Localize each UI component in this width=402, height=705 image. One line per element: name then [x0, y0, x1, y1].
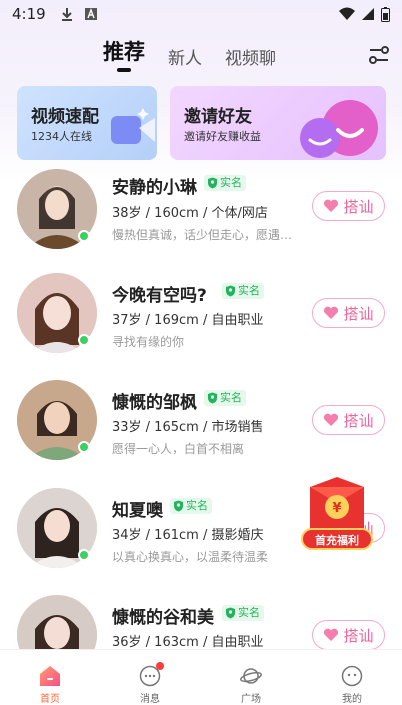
user-name: 慷慨的邹枫	[112, 393, 197, 413]
user-bio: 以真心换真心，以温柔待温柔	[112, 550, 269, 564]
active-tab-indicator	[117, 68, 131, 72]
nav-label: 消息	[140, 694, 160, 705]
user-card[interactable]: 慷慨的谷和美 实名 36岁 / 163cm / 自由职业 搭讪	[0, 595, 402, 649]
verified-label: 实名	[238, 284, 260, 297]
user-info: 36岁 / 163cm / 自由职业	[112, 635, 264, 649]
profile-icon	[341, 665, 363, 687]
user-card[interactable]: 安静的小琳 实名 38岁 / 160cm / 个体/网店 慢热但真诚，话少但走心…	[0, 165, 402, 265]
banner-subtitle: 1234人在线	[31, 130, 92, 143]
smile-bubble-icon	[300, 100, 378, 158]
online-indicator	[78, 334, 90, 346]
verified-shield-icon	[174, 500, 183, 512]
invite-friends-banner[interactable]: 邀请好友 邀请好友赚收益	[170, 86, 386, 160]
status-bar: 4:19	[0, 0, 402, 28]
online-indicator	[78, 230, 90, 242]
verified-badge: 实名	[204, 390, 246, 406]
verified-shield-icon	[208, 392, 217, 404]
tab-newcomer[interactable]: 新人	[168, 44, 202, 69]
video-match-banner[interactable]: 视频速配 1234人在线	[17, 86, 157, 160]
reward-label: 首充福利	[315, 534, 359, 547]
avatar[interactable]	[17, 595, 97, 649]
user-bio: 寻找有缘的你	[112, 335, 185, 349]
greet-label: 搭讪	[343, 304, 374, 323]
greet-button[interactable]: 搭讪	[312, 191, 385, 221]
heart-icon	[324, 199, 339, 212]
signal-icon	[362, 8, 374, 20]
video-camera-icon	[111, 108, 155, 144]
greet-label: 搭讪	[343, 411, 374, 430]
home-icon	[40, 666, 60, 686]
battery-icon	[381, 6, 390, 22]
user-name: 今晚有空吗?	[112, 286, 207, 306]
verified-label: 实名	[220, 176, 242, 189]
nav-plaza[interactable]: 广场	[221, 650, 281, 705]
verified-label: 实名	[186, 499, 208, 512]
user-bio: 愿得一心人，白首不相离	[112, 442, 245, 456]
bottom-navigation: 首页 消息 广场 我的	[0, 649, 402, 705]
nav-home[interactable]: 首页	[20, 650, 80, 705]
download-icon	[61, 8, 72, 21]
top-tabs: 推荐 新人 视频聊	[0, 38, 402, 78]
banner-title: 邀请好友	[184, 107, 252, 127]
user-card[interactable]: 慷慨的邹枫 实名 33岁 / 165cm / 市场销售 愿得一心人，白首不相离 …	[0, 380, 402, 480]
first-recharge-reward[interactable]: ¥ 首充福利	[300, 477, 374, 553]
greet-label: 搭讪	[343, 197, 374, 216]
user-info: 33岁 / 165cm / 市场销售	[112, 420, 264, 435]
nav-profile[interactable]: 我的	[322, 650, 382, 705]
nav-label: 广场	[241, 694, 261, 705]
user-name: 安静的小琳	[112, 178, 197, 198]
a-badge-icon	[84, 8, 97, 20]
verified-label: 实名	[238, 606, 260, 619]
nav-label: 我的	[342, 694, 362, 705]
online-indicator	[78, 441, 90, 453]
verified-badge: 实名	[170, 498, 212, 514]
status-time: 4:19	[12, 5, 46, 23]
user-bio: 慢热但真诚，话少但走心，愿遇…	[112, 228, 293, 242]
verified-badge: 实名	[222, 605, 264, 621]
nav-messages[interactable]: 消息	[120, 650, 180, 705]
online-indicator	[78, 549, 90, 561]
user-info: 38岁 / 160cm / 个体/网店	[112, 206, 268, 221]
greet-label: 搭讪	[343, 626, 374, 645]
verified-shield-icon	[226, 285, 235, 297]
user-info: 37岁 / 169cm / 自由职业	[112, 313, 264, 328]
svg-text:¥: ¥	[332, 501, 341, 516]
verified-badge: 实名	[222, 283, 264, 299]
verified-label: 实名	[220, 391, 242, 404]
nav-label: 首页	[40, 694, 60, 705]
user-name: 慷慨的谷和美	[112, 608, 214, 628]
greet-button[interactable]: 搭讪	[312, 620, 385, 649]
tab-video-chat[interactable]: 视频聊	[225, 44, 276, 69]
verified-badge: 实名	[204, 175, 246, 191]
banner-title: 视频速配	[31, 107, 99, 127]
heart-icon	[324, 413, 339, 426]
wifi-icon	[339, 7, 355, 20]
unread-badge	[156, 662, 164, 670]
filter-icon[interactable]	[368, 44, 390, 66]
heart-icon	[324, 306, 339, 319]
user-name: 知夏噢	[112, 501, 163, 521]
user-card[interactable]: 今晚有空吗? 实名 37岁 / 169cm / 自由职业 寻找有缘的你 搭讪	[0, 273, 402, 373]
verified-shield-icon	[226, 607, 235, 619]
planet-icon	[240, 668, 262, 684]
verified-shield-icon	[208, 177, 217, 189]
banner-subtitle: 邀请好友赚收益	[184, 130, 261, 143]
greet-button[interactable]: 搭讪	[312, 405, 385, 435]
greet-button[interactable]: 搭讪	[312, 298, 385, 328]
tab-recommend[interactable]: 推荐	[103, 36, 145, 66]
user-info: 34岁 / 161cm / 摄影婚庆	[112, 528, 264, 543]
heart-icon	[324, 628, 339, 641]
